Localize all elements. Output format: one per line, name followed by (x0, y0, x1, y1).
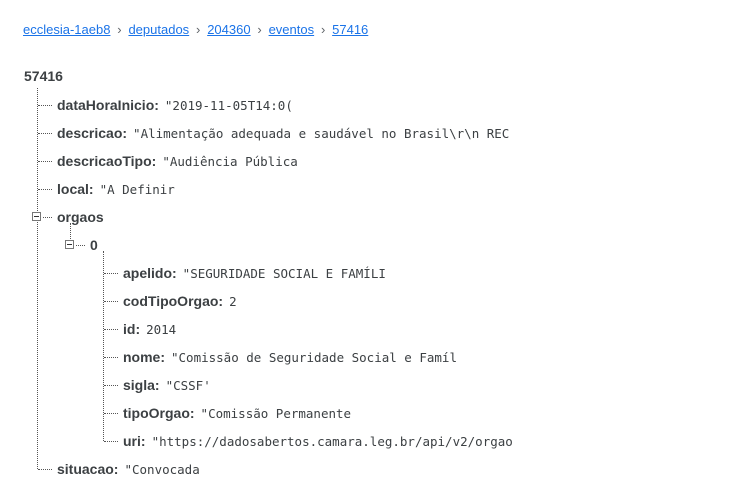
breadcrumb-link-deputados[interactable]: deputados (128, 22, 189, 37)
field-key: tipoOrgao: (123, 405, 195, 421)
field-row-dataHoraInicio[interactable]: dataHoraInicio: "2019-11-05T14:0( (57, 95, 293, 115)
field-key: dataHoraInicio: (57, 97, 159, 113)
field-key: descricaoTipo: (57, 153, 157, 169)
breadcrumb-link-evento-id[interactable]: 57416 (332, 22, 368, 37)
node-key: orgaos (57, 209, 104, 225)
field-value: "Convocada (124, 461, 200, 477)
field-row-descricaoTipo[interactable]: descricaoTipo: "Audiência Pública (57, 151, 298, 171)
field-value: "https://dadosabertos.camara.leg.br/api/… (151, 433, 513, 449)
field-row-sigla[interactable]: sigla: "CSSF' (123, 375, 211, 395)
tree-line (38, 189, 52, 190)
breadcrumb-link-deputado-id[interactable]: 204360 (207, 22, 250, 37)
tree-line (38, 133, 52, 134)
tree-line (104, 273, 118, 274)
field-key: codTipoOrgao: (123, 293, 224, 309)
breadcrumb-link-eventos[interactable]: eventos (269, 22, 315, 37)
tree-line (76, 245, 85, 246)
tree-line (38, 469, 52, 470)
field-key: situacao: (57, 461, 119, 477)
breadcrumb-link-project[interactable]: ecclesia-1aeb8 (23, 22, 110, 37)
field-value: "Comissão Permanente (200, 405, 352, 421)
field-row-nome[interactable]: nome: "Comissão de Seguridade Social e F… (123, 347, 457, 367)
tree-line (104, 357, 118, 358)
node-orgaos-0[interactable]: 0 (90, 235, 98, 255)
chevron-right-icon: › (196, 22, 201, 37)
field-key: descricao: (57, 125, 128, 141)
field-value: "Audiência Pública (162, 153, 298, 169)
field-key: local: (57, 181, 94, 197)
field-value: "CSSF' (165, 377, 211, 393)
tree-line (37, 88, 38, 469)
field-row-apelido[interactable]: apelido: "SEGURIDADE SOCIAL E FAMÍLI (123, 263, 386, 283)
field-value: "2019-11-05T14:0( (164, 97, 293, 113)
field-row-descricao[interactable]: descricao: "Alimentação adequada e saudá… (57, 123, 509, 143)
field-value: "SEGURIDADE SOCIAL E FAMÍLI (182, 265, 386, 281)
chevron-right-icon: › (117, 22, 122, 37)
chevron-right-icon: › (320, 22, 326, 37)
field-key: id: (123, 321, 141, 337)
field-value: 2 (229, 293, 237, 309)
field-key: sigla: (123, 377, 160, 393)
tree-line (104, 441, 118, 442)
breadcrumb: ecclesia-1aeb8 › deputados › 204360 › ev… (23, 22, 368, 37)
tree-line (104, 301, 118, 302)
field-value: "Alimentação adequada e saudável no Bras… (133, 125, 510, 141)
root-node-title[interactable]: 57416 (24, 68, 63, 84)
tree-line (104, 329, 118, 330)
field-value: 2014 (146, 321, 177, 337)
node-orgaos[interactable]: orgaos (57, 207, 104, 227)
tree-line (38, 105, 52, 106)
tree-line (104, 385, 118, 386)
chevron-right-icon: › (257, 22, 262, 37)
collapse-orgaos-toggle-icon[interactable] (32, 212, 41, 221)
field-row-local[interactable]: local: "A Definir (57, 179, 175, 199)
field-key: uri: (123, 433, 146, 449)
tree-line (104, 413, 118, 414)
field-row-tipoOrgao[interactable]: tipoOrgao: "Comissão Permanente (123, 403, 351, 423)
field-row-id[interactable]: id: 2014 (123, 319, 176, 339)
tree-line (38, 161, 52, 162)
field-key: apelido: (123, 265, 177, 281)
field-row-situacao[interactable]: situacao: "Convocada (57, 459, 200, 479)
field-row-codTipoOrgao[interactable]: codTipoOrgao: 2 (123, 291, 237, 311)
field-value: "Comissão de Seguridade Social e Famíl (171, 349, 457, 365)
collapse-item-0-toggle-icon[interactable] (65, 240, 74, 249)
field-key: nome: (123, 349, 165, 365)
tree-line (43, 217, 52, 218)
field-row-uri[interactable]: uri: "https://dadosabertos.camara.leg.br… (123, 431, 513, 451)
field-value: "A Definir (99, 181, 175, 197)
node-key: 0 (90, 237, 98, 253)
